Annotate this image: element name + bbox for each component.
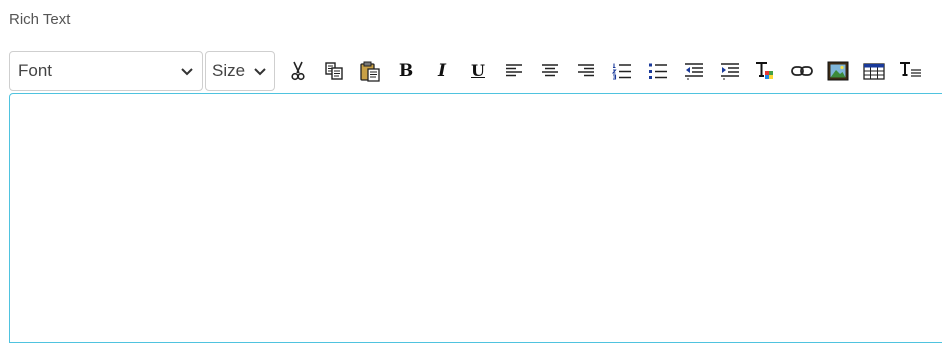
- ordered-list-icon: [612, 63, 631, 80]
- unordered-list-icon: [649, 63, 667, 79]
- ordered-list-button[interactable]: [609, 58, 635, 84]
- text-color-button[interactable]: [753, 58, 779, 84]
- align-left-icon: [506, 64, 522, 77]
- field-label: Rich Text: [9, 11, 71, 28]
- align-right-button[interactable]: [573, 58, 599, 84]
- align-center-button[interactable]: [537, 58, 563, 84]
- align-left-button[interactable]: [501, 58, 527, 84]
- underline-button[interactable]: U: [465, 58, 491, 84]
- italic-icon: I: [438, 60, 446, 81]
- image-button[interactable]: [825, 58, 851, 84]
- table-button[interactable]: [861, 58, 887, 84]
- copy-button[interactable]: [321, 58, 347, 84]
- size-select[interactable]: Size: [205, 51, 275, 91]
- paste-button[interactable]: [357, 58, 383, 84]
- bold-button[interactable]: B: [393, 58, 419, 84]
- rich-text-editor-area[interactable]: [9, 93, 942, 343]
- font-select[interactable]: Font: [9, 51, 203, 91]
- text-format-button[interactable]: [897, 58, 923, 84]
- paste-icon: [360, 61, 380, 82]
- align-center-icon: [542, 64, 558, 77]
- outdent-icon: [685, 63, 703, 80]
- indent-icon: [721, 63, 739, 80]
- bold-icon: B: [398, 60, 414, 81]
- link-icon: [791, 66, 813, 76]
- font-select-value: Font: [18, 61, 53, 80]
- editor-toolbar: Font Size B I U: [9, 49, 942, 93]
- text-color-icon: [756, 62, 773, 79]
- cut-icon: [291, 61, 305, 81]
- table-icon: [863, 63, 885, 80]
- link-button[interactable]: [789, 58, 815, 84]
- image-icon: [827, 61, 849, 81]
- unordered-list-button[interactable]: [645, 58, 671, 84]
- copy-icon: [325, 62, 343, 80]
- cut-button[interactable]: [285, 58, 311, 84]
- indent-button[interactable]: [717, 58, 743, 84]
- underline-icon: U: [471, 61, 485, 80]
- align-right-icon: [578, 64, 594, 77]
- italic-button[interactable]: I: [429, 58, 455, 84]
- size-select-value: Size: [212, 61, 246, 80]
- outdent-button[interactable]: [681, 58, 707, 84]
- chevron-down-icon: [254, 68, 266, 76]
- text-format-icon: [900, 62, 921, 77]
- chevron-down-icon: [181, 68, 193, 76]
